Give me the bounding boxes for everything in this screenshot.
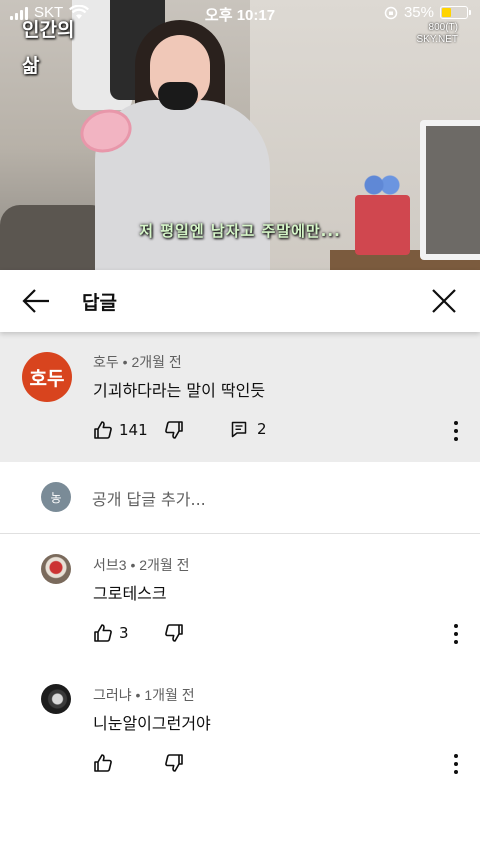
battery-icon	[440, 6, 471, 19]
watermark-line2: SKY.NET	[416, 34, 459, 45]
comment-author[interactable]: 서브3	[93, 557, 127, 573]
more-options-icon[interactable]	[453, 754, 459, 774]
like-count: 3	[119, 624, 129, 642]
like-button[interactable]	[93, 753, 119, 773]
like-count: 141	[119, 421, 148, 439]
more-options-icon[interactable]	[453, 624, 459, 644]
avatar[interactable]	[41, 554, 71, 584]
reply-count: 2	[257, 420, 267, 438]
avatar: 농	[41, 482, 71, 512]
add-reply-row[interactable]: 농 공개 답글 추가...	[0, 462, 480, 534]
thumbs-up-icon	[94, 421, 112, 439]
battery-percent: 35%	[403, 4, 434, 21]
meta-separator: •	[135, 687, 145, 703]
avatar[interactable]	[41, 684, 71, 714]
comment-icon	[231, 421, 247, 437]
video-player[interactable]: 인간의 삶 800(T) SKY.NET 저 평일엔 남자고 주말에만... S…	[0, 0, 480, 270]
header-title: 답글	[82, 292, 117, 314]
status-bar: SKT 오후 10:17 35%	[0, 0, 480, 26]
status-right: 35%	[384, 4, 471, 21]
more-options-icon[interactable]	[453, 421, 459, 441]
thumbs-down-icon	[165, 421, 183, 439]
reply-count-button[interactable]: 2	[231, 420, 267, 438]
thumbs-down-icon	[165, 624, 183, 642]
comment-time: 2개월 전	[131, 354, 182, 370]
comment-meta: 서브3 • 2개월 전	[93, 555, 190, 575]
comment-author[interactable]: 그러냐	[93, 687, 132, 703]
avatar-text: 농	[50, 490, 62, 505]
comment-text: 니눈알이그런거야	[93, 714, 211, 733]
orientation-lock-icon	[384, 6, 398, 19]
comment-meta: 호두 • 2개월 전	[93, 352, 182, 372]
comment-author[interactable]: 호두	[93, 354, 119, 370]
list-item: 그러냐 • 1개월 전 니눈알이그런거야	[0, 665, 480, 795]
dislike-button[interactable]	[164, 753, 184, 773]
comment-text: 기괴하다라는 말이 딱인듯	[93, 381, 266, 400]
back-arrow-icon[interactable]	[20, 286, 52, 316]
thumbs-down-icon	[165, 754, 183, 772]
comment-time: 2개월 전	[139, 557, 190, 573]
thumbs-up-icon	[94, 624, 112, 642]
list-item: 서브3 • 2개월 전 그로테스크 3	[0, 535, 480, 665]
close-icon[interactable]	[430, 287, 458, 315]
add-reply-input[interactable]: 공개 답글 추가...	[92, 486, 206, 510]
comment-text: 그로테스크	[93, 584, 167, 603]
parent-comment: 호두 호두 • 2개월 전 기괴하다라는 말이 딱인듯 141 2	[0, 332, 480, 462]
replies-header: 답글	[0, 270, 480, 332]
meta-separator: •	[130, 557, 140, 573]
thumbs-up-icon	[94, 754, 112, 772]
video-subtitle: 저 평일엔 남자고 주말에만...	[139, 222, 341, 240]
like-button[interactable]: 141	[93, 420, 148, 440]
dislike-button[interactable]	[164, 420, 184, 440]
video-person-mask	[158, 82, 198, 110]
avatar[interactable]: 호두	[22, 352, 72, 402]
comment-meta: 그러냐 • 1개월 전	[93, 685, 195, 705]
like-button[interactable]: 3	[93, 623, 129, 643]
comment-time: 1개월 전	[144, 687, 195, 703]
avatar-text: 호두	[29, 367, 65, 390]
dislike-button[interactable]	[164, 623, 184, 643]
